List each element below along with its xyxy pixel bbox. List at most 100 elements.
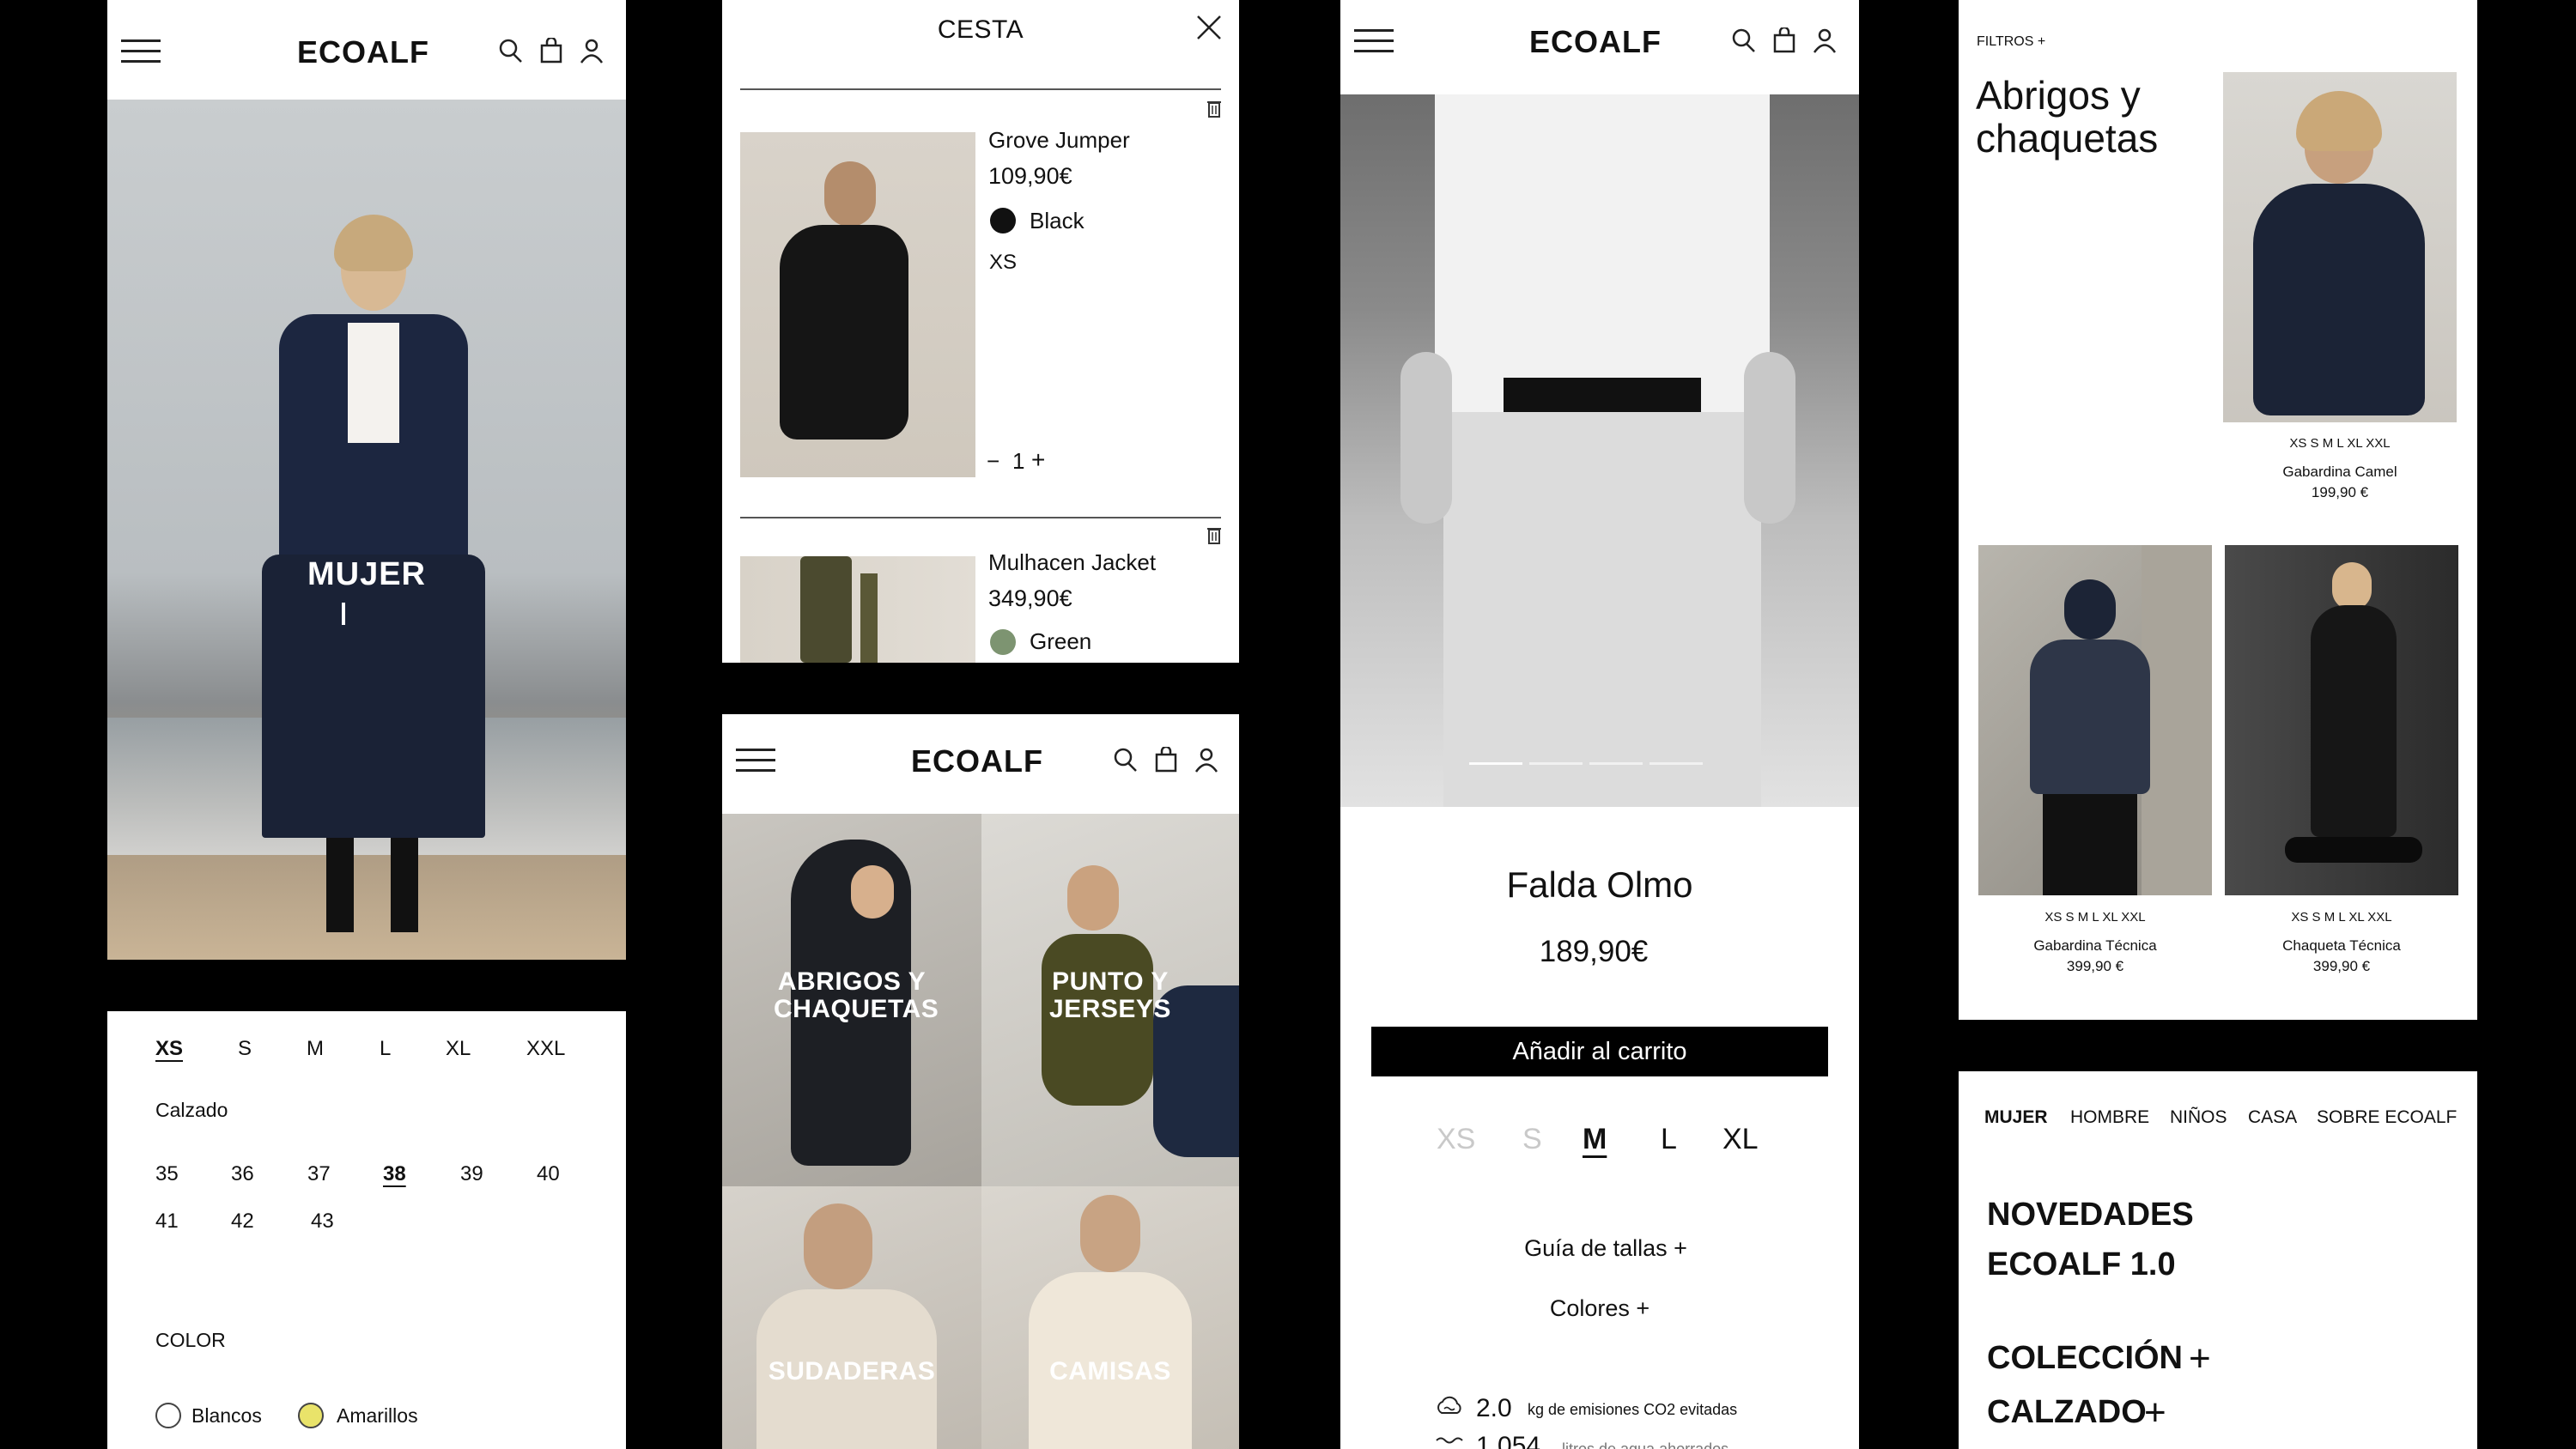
footwear-option-selected[interactable]: 38	[383, 1162, 406, 1186]
account-icon[interactable]	[1813, 27, 1837, 53]
carousel-indicator[interactable]	[1469, 762, 1522, 765]
size-option-xxl[interactable]: XXL	[526, 1037, 565, 1061]
bag-icon[interactable]	[1773, 27, 1795, 53]
card-name[interactable]: Gabardina Técnica	[1978, 937, 2212, 955]
increase-quantity-button[interactable]: +	[1031, 446, 1045, 474]
site-header: ECOALF	[107, 0, 626, 100]
brand-logo[interactable]: ECOALF	[297, 34, 429, 70]
add-to-cart-button[interactable]: Añadir al carrito	[1371, 1027, 1828, 1076]
carousel-indicator[interactable]	[1649, 762, 1703, 765]
expand-icon[interactable]: +	[2189, 1334, 2211, 1384]
product-image[interactable]	[2223, 72, 2457, 422]
color-swatch	[990, 629, 1016, 655]
decrease-quantity-button[interactable]: −	[987, 448, 999, 475]
size-option-xl[interactable]: XL	[1722, 1123, 1759, 1156]
impact-label: kg de emisiones CO2 evitadas	[1528, 1401, 1738, 1418]
size-option-s[interactable]: S	[238, 1037, 252, 1061]
colors-link[interactable]: Colores +	[1340, 1295, 1859, 1322]
product-image[interactable]	[1978, 545, 2212, 895]
close-icon[interactable]	[1195, 14, 1223, 41]
listing-screen: FILTROS + Abrigos y chaquetas XS S M L X…	[1959, 0, 2477, 1020]
account-icon[interactable]	[580, 38, 604, 64]
footwear-option[interactable]: 36	[231, 1162, 254, 1186]
footwear-option[interactable]: 41	[155, 1210, 179, 1234]
basket-screen: CESTA Grove Jumper 109,90€ Black XS − 1 …	[722, 0, 1239, 663]
item-name[interactable]: Mulhacen Jacket	[988, 549, 1156, 576]
color-label: Blancos	[191, 1404, 262, 1427]
footwear-option[interactable]: 42	[231, 1210, 254, 1234]
card-name[interactable]: Chaqueta Técnica	[2225, 937, 2458, 955]
product-image[interactable]	[2225, 545, 2458, 895]
size-option-l[interactable]: L	[1661, 1123, 1677, 1156]
carousel-indicator[interactable]	[1529, 762, 1583, 765]
size-option-m[interactable]: M	[1583, 1123, 1607, 1156]
trash-icon[interactable]	[1206, 525, 1222, 544]
hero-image[interactable]	[107, 100, 626, 960]
category-label: CAMISAS	[1049, 1357, 1171, 1385]
menu-icon[interactable]	[736, 747, 775, 774]
color-swatch-white	[155, 1403, 181, 1428]
tab-ninos[interactable]: NIÑOS	[2170, 1107, 2227, 1128]
search-icon[interactable]	[1114, 747, 1138, 773]
product-screen: ECOALF Falda Olmo 189,90€ Añadir al carr…	[1340, 0, 1859, 1449]
category-tile-shirts[interactable]: CAMISAS	[981, 1186, 1239, 1449]
category-tile-knitwear[interactable]: PUNTO Y JERSEYS	[981, 814, 1239, 1186]
card-sizes: XS S M L XL XXL	[2044, 910, 2146, 925]
account-icon[interactable]	[1194, 747, 1218, 773]
item-size: XS	[989, 251, 1018, 274]
category-label: SUDADERAS	[768, 1357, 936, 1385]
menu-item-ecoalf-1-0[interactable]: ECOALF 1.0	[1987, 1240, 2176, 1289]
product-thumbnail[interactable]	[740, 132, 975, 477]
impact-value: 2.0	[1476, 1394, 1512, 1422]
product-image-carousel[interactable]	[1340, 94, 1859, 807]
menu-item-label: COLECCIÓN	[1987, 1340, 2183, 1376]
filters-toggle[interactable]: FILTROS +	[1977, 34, 2045, 50]
size-option-xl[interactable]: XL	[446, 1037, 471, 1061]
trash-icon[interactable]	[1206, 99, 1222, 118]
bag-icon[interactable]	[1155, 747, 1177, 773]
category-tile-coats[interactable]: ABRIGOS Y CHAQUETAS	[722, 814, 981, 1186]
size-option-s: S	[1522, 1123, 1542, 1155]
footwear-option[interactable]: 37	[307, 1162, 331, 1186]
product-thumbnail[interactable]	[740, 556, 975, 663]
size-guide-link[interactable]: Guía de tallas +	[1340, 1235, 1859, 1262]
size-option-xs[interactable]: XS	[155, 1037, 183, 1061]
expand-icon[interactable]: +	[2144, 1388, 2166, 1438]
item-color: Green	[1030, 628, 1092, 654]
category-label: ABRIGOS Y CHAQUETAS	[774, 967, 939, 1023]
tab-sobre-ecoalf[interactable]: SOBRE ECOALF	[2317, 1107, 2457, 1128]
footwear-option[interactable]: 40	[537, 1162, 560, 1186]
bag-icon[interactable]	[540, 38, 562, 64]
item-name[interactable]: Grove Jumper	[988, 127, 1130, 154]
category-tile-sweatshirts[interactable]: SUDADERAS	[722, 1186, 981, 1449]
card-price: 399,90 €	[2066, 958, 2124, 974]
impact-label: litros de agua ahorrados	[1562, 1440, 1729, 1449]
search-icon[interactable]	[499, 38, 523, 64]
carousel-indicator[interactable]	[1589, 762, 1643, 765]
footwear-option[interactable]: 39	[460, 1162, 483, 1186]
menu-icon[interactable]	[1354, 27, 1394, 55]
brand-logo[interactable]: ECOALF	[1529, 24, 1662, 60]
card-price: 399,90 €	[2312, 958, 2371, 974]
tab-casa[interactable]: CASA	[2248, 1107, 2297, 1128]
size-option-m[interactable]: M	[307, 1037, 324, 1061]
tab-hombre[interactable]: HOMBRE	[2070, 1107, 2149, 1128]
card-name[interactable]: Gabardina Camel	[2223, 464, 2457, 481]
page-title-line2: chaquetas	[1976, 116, 2159, 161]
quantity-value: 1	[1012, 448, 1025, 474]
tab-mujer[interactable]: MUJER	[1984, 1107, 2048, 1128]
category-label: PUNTO Y JERSEYS	[1049, 967, 1171, 1023]
card-price: 199,90 €	[2311, 484, 2369, 500]
hero-title[interactable]: MUJER	[107, 556, 626, 593]
size-option-l[interactable]: L	[380, 1037, 391, 1061]
footwear-option[interactable]: 43	[311, 1210, 334, 1234]
color-title: COLOR	[155, 1329, 226, 1351]
basket-title: CESTA	[937, 15, 1024, 44]
brand-logo[interactable]: ECOALF	[911, 743, 1043, 779]
scroll-indicator	[342, 603, 345, 625]
footwear-option[interactable]: 35	[155, 1162, 179, 1186]
search-icon[interactable]	[1732, 27, 1756, 53]
menu-item-novedades[interactable]: NOVEDADES	[1987, 1190, 2194, 1240]
menu-icon[interactable]	[121, 38, 161, 65]
color-swatch-yellow	[298, 1403, 324, 1428]
